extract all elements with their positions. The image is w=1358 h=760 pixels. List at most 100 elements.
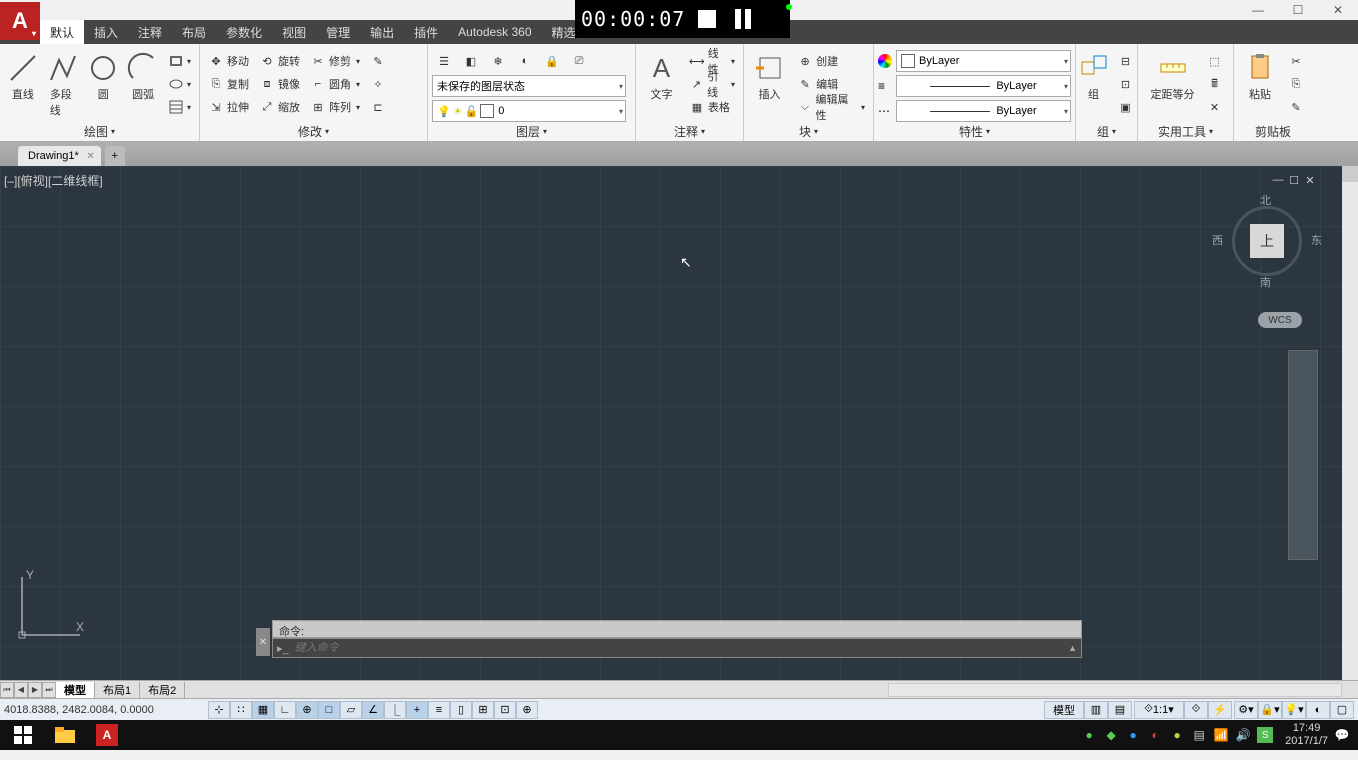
explorer-taskbar-icon[interactable] bbox=[44, 721, 86, 749]
viewport-close-icon[interactable]: ✕ bbox=[1304, 174, 1316, 187]
trim-button[interactable]: ✂修剪▾ bbox=[306, 50, 364, 72]
match-prop-button[interactable]: ✎ bbox=[1284, 96, 1308, 118]
menu-plugin[interactable]: 插件 bbox=[404, 20, 448, 44]
otrack-button[interactable]: ∠ bbox=[362, 701, 384, 719]
am-button[interactable]: ⊕ bbox=[516, 701, 538, 719]
lwt-button[interactable]: ≡ bbox=[428, 701, 450, 719]
tray-icon-2[interactable]: ◆ bbox=[1103, 727, 1119, 743]
ellipse-button[interactable]: ▾ bbox=[164, 73, 195, 95]
menu-layout[interactable]: 布局 bbox=[172, 20, 216, 44]
layout-last-button[interactable]: ⏭ bbox=[42, 682, 56, 698]
clock[interactable]: 17:492017/1/7 bbox=[1285, 722, 1328, 748]
volume-icon[interactable]: 🔊 bbox=[1235, 727, 1251, 743]
move-button[interactable]: ✥移动 bbox=[204, 50, 253, 72]
infer-constraints-button[interactable]: ⊹ bbox=[208, 701, 230, 719]
panel-properties-title[interactable]: 特性▾ bbox=[878, 122, 1071, 141]
autocad-taskbar-icon[interactable]: A bbox=[86, 721, 128, 749]
wifi-icon[interactable]: 📶 bbox=[1213, 727, 1229, 743]
menu-output[interactable]: 输出 bbox=[360, 20, 404, 44]
rotate-button[interactable]: ⟲旋转 bbox=[255, 50, 304, 72]
start-button[interactable] bbox=[2, 721, 44, 749]
layer-off-button[interactable]: ◐ bbox=[513, 50, 537, 72]
sc-button[interactable]: ⊡ bbox=[494, 701, 516, 719]
clean-screen-button[interactable]: ▢ bbox=[1330, 701, 1354, 719]
navigation-bar[interactable] bbox=[1288, 350, 1318, 560]
notifications-icon[interactable]: 💬 bbox=[1334, 727, 1350, 743]
ortho-button[interactable]: ∟ bbox=[274, 701, 296, 719]
measure-button[interactable]: 定距等分 bbox=[1145, 50, 1201, 104]
maximize-button[interactable]: ☐ bbox=[1278, 0, 1318, 20]
hardware-accel-button[interactable]: 💡▾ bbox=[1282, 701, 1306, 719]
layout-next-button[interactable]: ▶ bbox=[28, 682, 42, 698]
insert-block-button[interactable]: 插入 bbox=[748, 50, 791, 104]
layer-state-combo[interactable]: 未保存的图层状态▾ bbox=[432, 75, 626, 97]
wcs-badge[interactable]: WCS bbox=[1258, 312, 1302, 328]
panel-clipboard-title[interactable]: 剪贴板 bbox=[1238, 121, 1308, 141]
edit-attr-button[interactable]: ⌵编辑属性▾ bbox=[793, 96, 869, 118]
leader-button[interactable]: ↗引线▾ bbox=[685, 73, 739, 95]
menu-autodesk360[interactable]: Autodesk 360 bbox=[448, 20, 541, 44]
menu-default[interactable]: 默认 bbox=[40, 20, 84, 44]
grid-button[interactable]: ▦ bbox=[252, 701, 274, 719]
select-button[interactable]: ⬚ bbox=[1203, 50, 1227, 72]
menu-view[interactable]: 视图 bbox=[272, 20, 316, 44]
circle-button[interactable]: 圆 bbox=[84, 50, 122, 104]
viewport-minimize-icon[interactable]: — bbox=[1272, 174, 1284, 187]
toolbar-lock-button[interactable]: 🔒▾ bbox=[1258, 701, 1282, 719]
close-tab-icon[interactable]: ✕ bbox=[86, 151, 94, 162]
group-edit-button[interactable]: ⊡ bbox=[1114, 73, 1138, 95]
tray-icon-4[interactable]: ◐ bbox=[1147, 727, 1163, 743]
panel-modify-title[interactable]: 修改▾ bbox=[204, 121, 423, 141]
offset-button[interactable]: ⊏ bbox=[366, 96, 390, 118]
layer-current-combo[interactable]: 💡 ☀ 🔓 0▾ bbox=[432, 100, 626, 122]
lineweight-combo[interactable]: ByLayer▾ bbox=[896, 75, 1071, 97]
quickview-layouts-button[interactable]: ▥ bbox=[1084, 701, 1108, 719]
layer-lock-button[interactable]: 🔒 bbox=[540, 50, 564, 72]
tpy-button[interactable]: ▯ bbox=[450, 701, 472, 719]
menu-manage[interactable]: 管理 bbox=[316, 20, 360, 44]
copy-button[interactable]: ⎘复制 bbox=[204, 73, 253, 95]
menu-insert[interactable]: 插入 bbox=[84, 20, 128, 44]
workspace-button[interactable]: ⚙▾ bbox=[1234, 701, 1258, 719]
layer-freeze-button[interactable]: ❄ bbox=[486, 50, 510, 72]
arc-button[interactable]: 圆弧 bbox=[124, 50, 162, 104]
tray-icon-3[interactable]: ● bbox=[1125, 727, 1141, 743]
ducs-button[interactable]: ⎿ bbox=[384, 701, 406, 719]
quickview-drawings-button[interactable]: ▤ bbox=[1108, 701, 1132, 719]
app-logo-icon[interactable]: A bbox=[0, 2, 40, 40]
polar-button[interactable]: ⊕ bbox=[296, 701, 318, 719]
close-button[interactable]: ✕ bbox=[1318, 0, 1358, 20]
vertical-scrollbar[interactable] bbox=[1342, 166, 1358, 680]
snap-button[interactable]: ∷ bbox=[230, 701, 252, 719]
menu-annotate[interactable]: 注释 bbox=[128, 20, 172, 44]
copy-clip-button[interactable]: ⎘ bbox=[1284, 73, 1308, 95]
viewcube-top[interactable]: 上 bbox=[1250, 224, 1284, 258]
viewport-maximize-icon[interactable]: ☐ bbox=[1288, 174, 1300, 187]
viewcube[interactable]: 上 北 南 东 西 bbox=[1222, 196, 1312, 286]
paste-button[interactable]: 粘贴 bbox=[1238, 50, 1282, 104]
3dosnap-button[interactable]: ▱ bbox=[340, 701, 362, 719]
model-tab[interactable]: 模型 bbox=[56, 682, 95, 698]
horizontal-scrollbar[interactable] bbox=[888, 683, 1342, 697]
array-button[interactable]: ⊞阵列▾ bbox=[306, 96, 364, 118]
group-button[interactable]: 组 bbox=[1076, 50, 1112, 104]
layer-iso-button[interactable]: ◧ bbox=[459, 50, 483, 72]
create-block-button[interactable]: ⊕创建 bbox=[793, 50, 869, 72]
dyn-button[interactable]: + bbox=[406, 701, 428, 719]
scale-button[interactable]: ⤢缩放 bbox=[255, 96, 304, 118]
polyline-button[interactable]: 多段线 bbox=[44, 50, 83, 120]
mirror-button[interactable]: ⧈镜像 bbox=[255, 73, 304, 95]
cmdline-expand-icon[interactable]: ▲ bbox=[1068, 643, 1077, 653]
document-tab[interactable]: Drawing1*✕ bbox=[18, 146, 101, 166]
point-button[interactable]: ✕ bbox=[1203, 96, 1227, 118]
cut-button[interactable]: ✂ bbox=[1284, 50, 1308, 72]
hatch-button[interactable]: ▾ bbox=[164, 96, 195, 118]
annotation-autoscale-button[interactable]: ⚡ bbox=[1208, 701, 1232, 719]
annotation-scale-button[interactable]: ⟐ 1:1 ▾ bbox=[1134, 701, 1184, 719]
table-button[interactable]: ▦表格 bbox=[685, 96, 739, 118]
linetype-combo[interactable]: ByLayer▾ bbox=[896, 100, 1071, 122]
panel-group-title[interactable]: 组▾ bbox=[1080, 121, 1133, 141]
rectangle-button[interactable]: ▾ bbox=[164, 50, 195, 72]
menu-parametric[interactable]: 参数化 bbox=[216, 20, 272, 44]
layout1-tab[interactable]: 布局1 bbox=[95, 682, 140, 698]
